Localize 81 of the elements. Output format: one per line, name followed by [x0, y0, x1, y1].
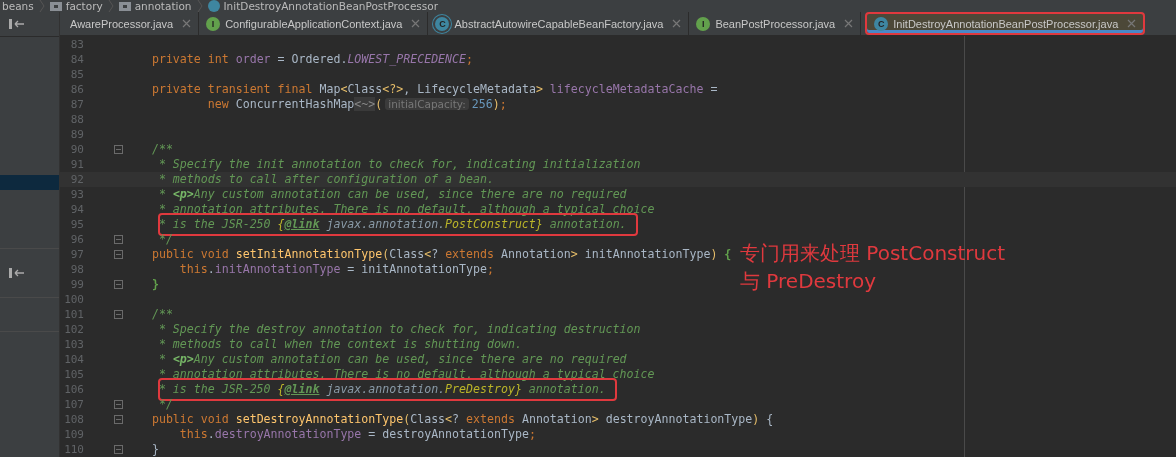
code-line: }: [150, 442, 159, 456]
line-number: 102: [63, 323, 84, 336]
line-number: 83: [69, 38, 84, 51]
fold-marker-icon[interactable]: [114, 250, 123, 259]
file-tab[interactable]: AwareProcessor.java: [60, 12, 200, 35]
code-line: }: [150, 277, 159, 291]
chevron-icon: [196, 0, 203, 12]
line-number: 88: [69, 113, 84, 126]
line-number: 103: [63, 338, 84, 351]
close-icon[interactable]: [411, 19, 421, 28]
collapse-panel-icon[interactable]: [9, 268, 25, 278]
line-number: 98: [69, 263, 84, 276]
line-number: 101: [63, 308, 84, 321]
line-number: 100: [63, 293, 84, 306]
line-number: 106: [63, 383, 84, 396]
fold-marker-icon[interactable]: [114, 235, 123, 244]
close-icon[interactable]: [672, 19, 682, 28]
code-line: * annotation attributes. There is no default, although a typical choice: [157, 367, 655, 381]
file-type-icon: C: [435, 16, 450, 31]
line-number: 107: [63, 398, 84, 411]
code-line: * Specify the init annotation to check for, indicating initialization: [157, 157, 641, 171]
breadcrumb-item[interactable]: factory: [49, 0, 103, 12]
code-line: /**: [150, 307, 173, 321]
close-icon[interactable]: [182, 19, 192, 28]
line-number: 104: [63, 353, 84, 366]
line-number: 105: [63, 368, 84, 381]
code-line: new ConcurrentHashMap<~>( initialCapacity: 256);: [206, 97, 507, 111]
close-icon[interactable]: [1127, 19, 1137, 28]
code-line: public void setInitAnnotationType(Class<? extends Annotation> initAnnotationType) {: [150, 247, 732, 261]
breadcrumb-item[interactable]: beans: [2, 0, 34, 12]
line-number: 90: [69, 143, 84, 156]
fold-marker-icon[interactable]: [114, 400, 123, 409]
line-number: 96: [69, 233, 84, 246]
code-line: */: [157, 397, 173, 411]
code-line: * is the JSR-250 {@link javax.annotation.PostConstruct} annotation.: [157, 217, 627, 231]
line-number: 94: [69, 203, 84, 216]
line-number: 109: [63, 428, 84, 441]
code-line: this.destroyAnnotationType = destroyAnnotationType;: [178, 427, 536, 441]
breadcrumb-item[interactable]: annotation: [118, 0, 192, 12]
close-icon[interactable]: [844, 19, 854, 28]
code-line: */: [157, 232, 173, 246]
line-number: 85: [69, 68, 84, 81]
file-type-icon: I: [696, 16, 711, 31]
breadcrumb-item[interactable]: InitDestroyAnnotationBeanPostProcessor: [207, 0, 439, 12]
line-number: 86: [69, 83, 84, 96]
line-number: 99: [69, 278, 84, 291]
code-line: * annotation attributes. There is no default, although a typical choice: [157, 202, 655, 216]
line-number: 84: [69, 53, 84, 66]
line-number: 97: [69, 248, 84, 261]
fold-marker-icon[interactable]: [114, 310, 123, 319]
code-line: /**: [150, 142, 173, 156]
code-line: * <p>Any custom annotation can be used, since there are no required: [157, 187, 627, 201]
file-tab[interactable]: C AbstractAutowireCapableBeanFactory.java: [428, 12, 690, 35]
line-number: 93: [69, 188, 84, 201]
code-line: this.initAnnotationType = initAnnotationType;: [178, 262, 494, 276]
line-number: 95: [69, 218, 84, 231]
class-icon: [207, 0, 220, 12]
fold-marker-icon[interactable]: [114, 415, 123, 424]
file-type-icon: C: [874, 16, 889, 31]
code-line: * methods to call when the context is shutting down.: [157, 337, 522, 351]
fold-marker-icon[interactable]: [114, 280, 123, 289]
code-line: * <p>Any custom annotation can be used, since there are no required: [157, 352, 627, 366]
line-number: 91: [69, 158, 84, 171]
fold-marker-icon[interactable]: [114, 445, 123, 454]
line-number: 110: [63, 443, 84, 456]
code-line: * is the JSR-250 {@link javax.annotation.PreDestroy} annotation.: [157, 382, 606, 396]
code-line: private transient final Map<Class<?>, LifecycleMetadata> lifecycleMetadataCache =: [150, 82, 718, 96]
code-line: public void setDestroyAnnotationType(Class<? extends Annotation> destroyAnnotationType) {: [150, 412, 774, 426]
line-number: 108: [63, 413, 84, 426]
annotation-note: 专门用来处理 PostConstruct 与 PreDestroy: [740, 240, 1006, 295]
code-line: private int order = Ordered.LOWEST_PRECEDENCE;: [150, 52, 474, 66]
file-type-icon: I: [206, 16, 221, 31]
code-line: * Specify the destroy annotation to check for, indicating destruction: [157, 322, 641, 336]
file-tab[interactable]: I ConfigurableApplicationContext.java: [199, 12, 429, 35]
fold-marker-icon[interactable]: [114, 145, 123, 154]
collapse-panel-icon[interactable]: [9, 19, 25, 29]
line-number: 87: [69, 98, 84, 111]
code-line: * methods to call after configuration of a bean.: [157, 172, 494, 186]
file-tab[interactable]: I BeanPostProcessor.java: [689, 12, 862, 35]
file-tab[interactable]: C InitDestroyAnnotationBeanPostProcessor.java: [865, 12, 1146, 35]
line-number: 89: [69, 128, 84, 141]
